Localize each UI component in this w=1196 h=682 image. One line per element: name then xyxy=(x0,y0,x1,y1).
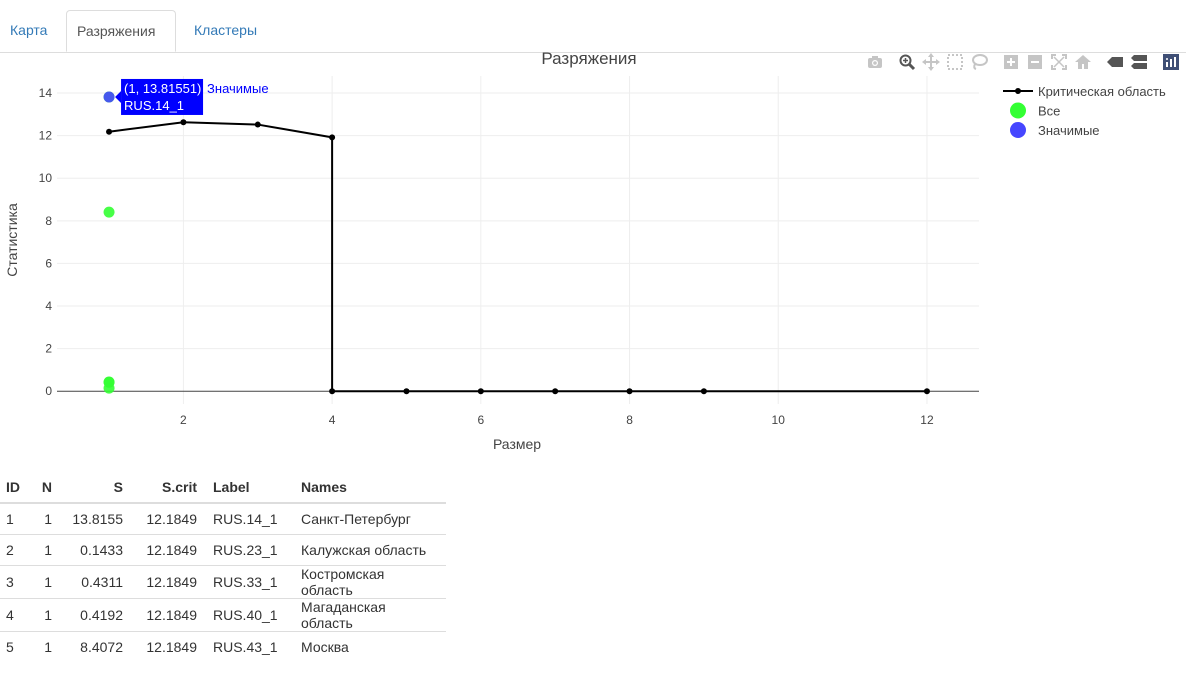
critical-point xyxy=(329,388,336,395)
hover-coords: (1, 13.81551) xyxy=(124,81,201,96)
pan-icon[interactable] xyxy=(922,53,940,73)
header-label[interactable]: Label xyxy=(205,472,293,504)
table-row: 2 1 0.1433 12.1849 RUS.23_1 Калужская об… xyxy=(0,534,446,566)
x-tick-label: 2 xyxy=(180,413,187,427)
cell-label: RUS.14_1 xyxy=(205,502,293,535)
legend-item-label: Все xyxy=(1038,104,1060,119)
series-line-critical xyxy=(108,121,927,393)
x-tick-label: 12 xyxy=(920,413,934,427)
camera-icon[interactable] xyxy=(866,53,884,73)
critical-point xyxy=(552,388,559,395)
hover-compare-icon[interactable] xyxy=(1130,53,1148,73)
cell-s: 8.4072 xyxy=(60,631,131,662)
critical-point xyxy=(106,128,113,135)
cell-s-crit: 12.1849 xyxy=(131,631,205,662)
cell-id: 1 xyxy=(0,502,30,535)
cell-label: RUS.43_1 xyxy=(205,631,293,662)
cell-label: RUS.33_1 xyxy=(205,565,293,599)
cell-s: 13.8155 xyxy=(60,502,131,535)
sparsity-chart[interactable]: 2 4 6 8 10 12 0 2 4 6 8 10 12 14 Разряжения Размер Стати… xyxy=(0,45,1196,465)
header-s-crit[interactable]: S.crit xyxy=(131,472,205,504)
header-names[interactable]: Names xyxy=(293,472,446,504)
critical-point xyxy=(180,119,187,126)
cell-s-crit: 12.1849 xyxy=(131,502,205,535)
cell-names: Москва xyxy=(293,631,446,662)
y-axis-title: Статистика xyxy=(4,203,20,277)
table-row: 3 1 0.4311 12.1849 RUS.33_1 Костромская … xyxy=(0,565,446,599)
cell-n: 1 xyxy=(30,502,60,535)
cell-s-crit: 12.1849 xyxy=(131,534,205,566)
y-tick-label: 8 xyxy=(45,214,52,228)
y-tick-label: 0 xyxy=(45,384,52,398)
hover-label: RUS.14_1 xyxy=(124,98,184,113)
header-n[interactable]: N xyxy=(30,472,60,504)
y-tick-label: 6 xyxy=(45,256,52,270)
critical-point xyxy=(329,134,336,141)
cell-names: Калужская область xyxy=(293,534,446,566)
results-table: ID N S S.crit Label Names 1 1 13.8155 12… xyxy=(0,472,446,662)
zoom-out-icon[interactable] xyxy=(1026,53,1044,73)
legend-item-label: Критическая область xyxy=(1038,84,1166,99)
all-point xyxy=(103,206,115,218)
cell-s-crit: 12.1849 xyxy=(131,565,205,599)
lasso-select-icon[interactable] xyxy=(970,53,988,73)
header-s[interactable]: S xyxy=(60,472,131,504)
x-axis-title: Размер xyxy=(493,436,541,452)
header-id[interactable]: ID xyxy=(0,472,30,504)
critical-point xyxy=(403,388,410,395)
cell-label: RUS.23_1 xyxy=(205,534,293,566)
critical-point xyxy=(254,121,261,128)
cell-n: 1 xyxy=(30,598,60,632)
zoom-icon[interactable] xyxy=(898,53,916,73)
cell-names: Санкт-Петербург xyxy=(293,502,446,535)
cell-id: 5 xyxy=(0,631,30,662)
y-tick-label: 4 xyxy=(45,299,52,313)
table-row: 5 1 8.4072 12.1849 RUS.43_1 Москва xyxy=(0,631,446,662)
critical-point xyxy=(477,388,484,395)
critical-point xyxy=(923,388,930,395)
critical-point xyxy=(626,388,633,395)
cell-names: Магаданская область xyxy=(293,598,446,632)
y-tick-label: 2 xyxy=(45,342,52,356)
legend-point-symbol xyxy=(1015,88,1021,94)
cell-s-crit: 12.1849 xyxy=(131,598,205,632)
hover-closest-icon[interactable] xyxy=(1106,53,1124,73)
legend-item-label: Значимые xyxy=(1038,123,1100,138)
x-tick-label: 8 xyxy=(626,413,633,427)
y-tick-label: 10 xyxy=(39,171,53,185)
hover-series-name: Значимые xyxy=(207,81,269,96)
table-header-row: ID N S S.crit Label Names xyxy=(0,472,446,504)
chart-title: Разряжения xyxy=(541,49,636,68)
cell-id: 3 xyxy=(0,565,30,599)
cell-n: 1 xyxy=(30,565,60,599)
significant-point xyxy=(103,91,115,103)
cell-names: Костромская область xyxy=(293,565,446,599)
zoom-in-icon[interactable] xyxy=(1002,53,1020,73)
plotly-logo-icon[interactable] xyxy=(1162,53,1180,73)
home-icon[interactable] xyxy=(1074,53,1092,73)
legend-point-symbol xyxy=(1010,122,1026,138)
cell-n: 1 xyxy=(30,534,60,566)
x-tick-label: 6 xyxy=(477,413,484,427)
cell-n: 1 xyxy=(30,631,60,662)
y-tick-label: 14 xyxy=(39,86,53,100)
legend-point-symbol xyxy=(1010,102,1026,119)
cell-s: 0.1433 xyxy=(60,534,131,566)
cell-s: 0.4311 xyxy=(60,565,131,599)
table-row: 4 1 0.4192 12.1849 RUS.40_1 Магаданская … xyxy=(0,598,446,632)
all-point xyxy=(103,376,115,388)
x-tick-label: 10 xyxy=(772,413,786,427)
cell-id: 2 xyxy=(0,534,30,566)
cell-s: 0.4192 xyxy=(60,598,131,632)
y-tick-label: 12 xyxy=(39,129,53,143)
box-select-icon[interactable] xyxy=(946,53,964,73)
autoscale-icon[interactable] xyxy=(1050,53,1068,73)
cell-label: RUS.40_1 xyxy=(205,598,293,632)
x-tick-label: 4 xyxy=(329,413,336,427)
critical-point xyxy=(700,388,707,395)
table-row: 1 1 13.8155 12.1849 RUS.14_1 Санкт-Петер… xyxy=(0,502,446,535)
cell-id: 4 xyxy=(0,598,30,632)
